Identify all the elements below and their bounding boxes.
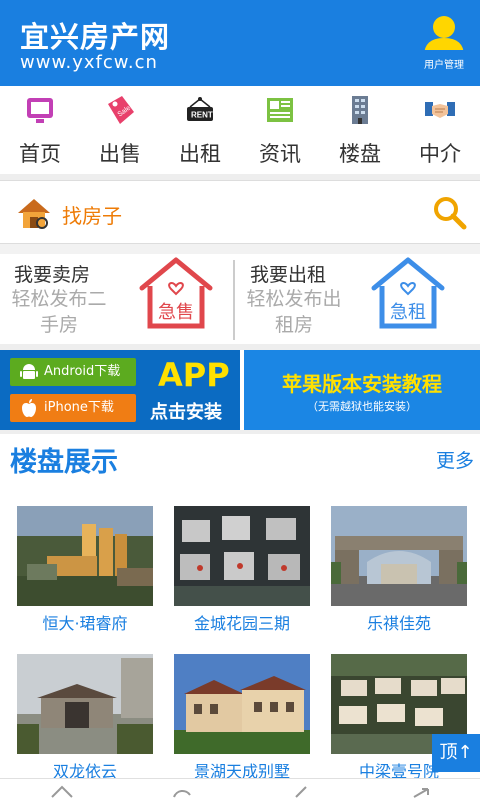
- property-card[interactable]: 金城花园三期: [174, 506, 310, 633]
- svg-text:RENT: RENT: [191, 111, 213, 120]
- refresh-icon[interactable]: [170, 785, 194, 799]
- nav-label-sale: 出售: [99, 142, 141, 166]
- more-link[interactable]: 更多: [436, 446, 474, 473]
- nav-item-home[interactable]: 首页: [0, 86, 80, 174]
- brand-url: www.yxfcw.cn: [20, 52, 158, 73]
- nav-label-news: 资讯: [259, 142, 301, 166]
- tutorial-title: 苹果版本安装教程: [282, 372, 442, 396]
- search-bar[interactable]: 找房子: [0, 180, 480, 244]
- rent-house-card[interactable]: 我要出租 轻松发布出 租房 急租: [236, 254, 480, 344]
- nav-item-agents[interactable]: 中介: [400, 86, 480, 174]
- newspaper-icon: [267, 98, 293, 122]
- divider: [233, 260, 235, 340]
- urgent-sale-badge[interactable]: 急售: [134, 256, 218, 332]
- share-icon[interactable]: [410, 785, 434, 799]
- nav-label-agents: 中介: [419, 142, 461, 166]
- app-subtitle: 点击安装: [150, 402, 222, 423]
- house-icon: [18, 199, 50, 229]
- nav-item-buildings[interactable]: 楼盘: [320, 86, 400, 174]
- search-label: 找房子: [62, 204, 122, 228]
- nav-label-rent: 出租: [179, 142, 221, 166]
- property-card[interactable]: 景湖天成别墅: [174, 654, 310, 781]
- section-title: 楼盘展示: [10, 447, 118, 478]
- urgent-rent-badge[interactable]: 急租: [366, 256, 450, 332]
- ios-tutorial-button[interactable]: 苹果版本安装教程 （无需越狱也能安装）: [244, 350, 480, 430]
- handshake-icon: [425, 102, 455, 118]
- sale-tag-icon: Sale: [108, 96, 134, 124]
- urgent-sale-label: 急售: [158, 302, 194, 323]
- nav-item-rent[interactable]: RENT 出租: [160, 86, 240, 174]
- android-icon: [20, 364, 38, 379]
- property-image: [331, 506, 467, 606]
- bottom-toolbar: [0, 778, 480, 800]
- property-name: 金城花园三期: [193, 614, 290, 633]
- rent-sign-icon: RENT: [187, 97, 213, 121]
- property-name: 乐祺佳苑: [366, 614, 431, 633]
- sell-title: 我要卖房: [14, 264, 91, 286]
- nav-item-news[interactable]: 资讯: [240, 86, 320, 174]
- property-card[interactable]: 恒大·珺睿府: [17, 506, 153, 633]
- apple-icon: [22, 399, 36, 417]
- sell-subtitle-line2: 手房: [39, 314, 78, 336]
- app-install-panel[interactable]: Android下载 iPhone下载 APP 点击安装: [0, 350, 240, 430]
- scroll-to-top-button[interactable]: 顶↑: [432, 734, 480, 772]
- user-icon: [422, 16, 466, 56]
- app-title: APP: [158, 356, 230, 394]
- home-icon[interactable]: [50, 785, 74, 799]
- property-image: [17, 654, 153, 754]
- property-image: [174, 506, 310, 606]
- sell-subtitle: 轻松发布二 手房: [2, 286, 116, 338]
- iphone-download-label: iPhone下载: [44, 400, 114, 415]
- nav-label-home: 首页: [19, 142, 61, 166]
- post-listing-section: 我要卖房 轻松发布二 手房 急售 我要出租 轻松发布出 租房 急租: [0, 254, 480, 344]
- rent-subtitle-line2: 租房: [274, 314, 313, 336]
- android-download-button[interactable]: Android下载: [10, 358, 136, 386]
- rent-title: 我要出租: [250, 264, 327, 286]
- property-card[interactable]: 乐祺佳苑: [331, 506, 467, 633]
- building-icon: [352, 96, 368, 124]
- separator: [0, 430, 480, 434]
- nav-item-sale[interactable]: Sale 出售: [80, 86, 160, 174]
- nav-label-buildings: 楼盘: [339, 142, 381, 166]
- sell-subtitle-line1: 轻松发布二: [11, 288, 107, 310]
- user-management-label: 用户管理: [424, 60, 464, 71]
- sell-house-card[interactable]: 我要卖房 轻松发布二 手房 急售: [0, 254, 232, 344]
- urgent-rent-label: 急租: [390, 302, 426, 323]
- monitor-icon: [27, 98, 53, 123]
- search-icon[interactable]: [432, 195, 468, 231]
- property-name: 恒大·珺睿府: [42, 614, 128, 633]
- property-card[interactable]: 双龙依云: [17, 654, 153, 781]
- rent-subtitle-line1: 轻松发布出: [246, 288, 342, 310]
- android-download-label: Android下载: [44, 364, 121, 379]
- rent-subtitle: 轻松发布出 租房: [236, 286, 352, 338]
- brand-name[interactable]: 宜兴房产网: [20, 14, 170, 56]
- app-header: 宜兴房产网 www.yxfcw.cn 用户管理: [0, 0, 480, 86]
- main-nav: 首页 Sale 出售 RENT 出租 资讯 楼盘 中介: [0, 86, 480, 174]
- separator: [0, 244, 480, 254]
- back-icon[interactable]: [290, 785, 314, 799]
- property-image: [174, 654, 310, 754]
- property-image: [17, 506, 153, 606]
- tutorial-subtitle: （无需越狱也能安装）: [307, 400, 417, 413]
- app-download-banner: Android下载 iPhone下载 APP 点击安装 苹果版本安装教程 （无需…: [0, 350, 480, 430]
- iphone-download-button[interactable]: iPhone下载: [10, 394, 136, 422]
- user-management-button[interactable]: 用户管理: [418, 14, 470, 71]
